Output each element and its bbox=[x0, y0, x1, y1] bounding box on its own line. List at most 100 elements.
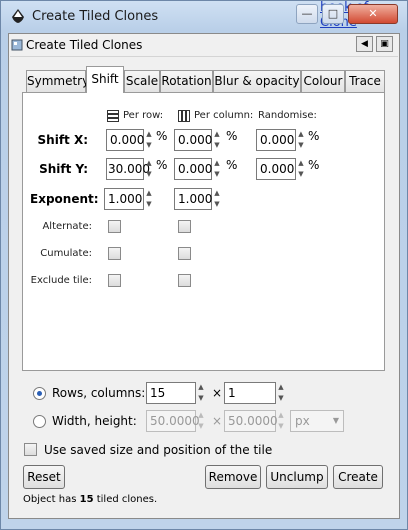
columns-stepper[interactable]: ▲ ▼ bbox=[276, 382, 286, 404]
rows-columns-radio[interactable] bbox=[33, 387, 46, 400]
rows-stepper[interactable]: ▲ ▼ bbox=[196, 382, 206, 404]
tab-label: Trace bbox=[349, 74, 381, 88]
alternate-per-column-checkbox[interactable] bbox=[178, 220, 191, 233]
exclude-tile-per-row-checkbox[interactable] bbox=[108, 274, 121, 287]
status-prefix: Object has bbox=[23, 494, 80, 505]
chevron-up-icon: ▲ bbox=[198, 383, 204, 391]
shift-x-per-column-input[interactable]: 0.000 bbox=[174, 129, 212, 151]
cumulate-per-row-checkbox[interactable] bbox=[108, 247, 121, 260]
unit-select[interactable]: px ▼ bbox=[290, 410, 344, 432]
tab-blur-opacity[interactable]: Blur & opacity bbox=[213, 70, 301, 92]
use-saved-checkbox[interactable] bbox=[24, 443, 37, 456]
shift-y-per-row-stepper[interactable]: ▲ ▼ bbox=[144, 158, 154, 180]
divider bbox=[10, 56, 398, 57]
unit-label: % bbox=[308, 158, 320, 172]
tab-symmetry[interactable]: Symmetry bbox=[26, 70, 90, 92]
shift-x-per-row-stepper[interactable]: ▲ ▼ bbox=[144, 129, 154, 151]
shift-x-randomise-input[interactable]: 0.000 bbox=[256, 129, 296, 151]
unit-label: % bbox=[156, 129, 168, 143]
chevron-down-icon: ▼ bbox=[214, 170, 220, 178]
reset-button[interactable]: Reset bbox=[23, 465, 65, 489]
shift-x-per-row-input[interactable]: 0.000 bbox=[106, 129, 144, 151]
chevron-up-icon: ▲ bbox=[214, 130, 220, 138]
exclude-tile-per-column-checkbox[interactable] bbox=[178, 274, 191, 287]
cumulate-per-column-checkbox[interactable] bbox=[178, 247, 191, 260]
chevron-down-icon: ▼ bbox=[198, 422, 204, 430]
shift-x-label: Shift X: bbox=[37, 133, 88, 147]
close-icon: ✕ bbox=[368, 7, 378, 20]
tab-trace[interactable]: Trace bbox=[345, 70, 385, 92]
unclump-button[interactable]: Unclump bbox=[266, 465, 328, 489]
unit-label: % bbox=[226, 129, 238, 143]
arrow-left-icon: ◀ bbox=[361, 39, 368, 49]
unit-label: % bbox=[156, 158, 168, 172]
chevron-up-icon: ▲ bbox=[278, 411, 284, 419]
shift-y-randomise-stepper[interactable]: ▲ ▼ bbox=[296, 158, 306, 180]
unit-value: px bbox=[295, 414, 310, 428]
tab-label: Symmetry bbox=[27, 74, 90, 88]
close-window-button[interactable]: ✕ bbox=[348, 4, 398, 24]
shift-x-per-column-stepper[interactable]: ▲ ▼ bbox=[212, 129, 222, 151]
shift-y-label: Shift Y: bbox=[39, 162, 88, 176]
times-sign: × bbox=[212, 414, 223, 428]
alternate-label: Alternate: bbox=[42, 221, 92, 232]
times-sign: × bbox=[212, 386, 223, 400]
chevron-down-icon: ▼ bbox=[198, 394, 204, 402]
unit-label: % bbox=[226, 158, 238, 172]
exponent-per-column-stepper[interactable]: ▲ ▼ bbox=[212, 188, 222, 210]
shift-y-per-column-stepper[interactable]: ▲ ▼ bbox=[212, 158, 222, 180]
width-input[interactable]: 50.0000 bbox=[146, 410, 200, 432]
exclude-tile-label: Exclude tile: bbox=[30, 275, 92, 286]
maximize-button[interactable]: □ bbox=[322, 4, 344, 24]
unit-label: % bbox=[308, 129, 320, 143]
width-height-label: Width, height: bbox=[52, 414, 137, 428]
width-stepper[interactable]: ▲ ▼ bbox=[196, 410, 206, 432]
exponent-label: Exponent: bbox=[30, 192, 99, 206]
height-input[interactable]: 50.0000 bbox=[224, 410, 278, 432]
shift-x-randomise-stepper[interactable]: ▲ ▼ bbox=[296, 129, 306, 151]
shift-y-randomise-input[interactable]: 0.000 bbox=[256, 158, 296, 180]
alternate-per-row-checkbox[interactable] bbox=[108, 220, 121, 233]
window-title: Create Tiled Clones bbox=[32, 9, 159, 24]
reset-label: Reset bbox=[27, 470, 61, 484]
chevron-down-icon: ▼ bbox=[298, 170, 304, 178]
inkscape-icon bbox=[10, 8, 26, 24]
exponent-per-row-input[interactable]: 1.000 bbox=[104, 188, 144, 210]
minimize-button[interactable]: — bbox=[296, 4, 318, 24]
rows-columns-label: Rows, columns: bbox=[52, 386, 146, 400]
chevron-up-icon: ▲ bbox=[298, 130, 304, 138]
tab-shift[interactable]: Shift bbox=[86, 66, 124, 93]
status-suffix: tiled clones. bbox=[93, 494, 158, 505]
dock-iconify-button[interactable]: ◀ bbox=[356, 36, 373, 52]
create-button[interactable]: Create bbox=[333, 465, 383, 489]
per-row-header: Per row: bbox=[123, 110, 164, 121]
chevron-up-icon: ▲ bbox=[298, 159, 304, 167]
chevron-down-icon: ▼ bbox=[146, 170, 152, 178]
columns-input[interactable]: 1 bbox=[224, 382, 276, 404]
tab-label: Shift bbox=[91, 72, 119, 86]
shift-y-per-column-input[interactable]: 0.000 bbox=[174, 158, 212, 180]
chevron-up-icon: ▲ bbox=[146, 130, 152, 138]
randomise-header: Randomise: bbox=[258, 110, 317, 121]
dock-icon bbox=[11, 39, 23, 51]
width-height-radio[interactable] bbox=[33, 415, 46, 428]
chevron-up-icon: ▲ bbox=[146, 189, 152, 197]
chevron-down-icon: ▼ bbox=[298, 141, 304, 149]
chevron-up-icon: ▲ bbox=[214, 189, 220, 197]
remove-label: Remove bbox=[208, 470, 258, 484]
exponent-per-row-stepper[interactable]: ▲ ▼ bbox=[144, 188, 154, 210]
exponent-per-column-input[interactable]: 1.000 bbox=[174, 188, 212, 210]
shift-y-per-row-input[interactable]: 30.000 bbox=[106, 158, 150, 180]
tab-colour[interactable]: Colour bbox=[301, 70, 345, 92]
height-stepper[interactable]: ▲ ▼ bbox=[276, 410, 286, 432]
remove-button[interactable]: Remove bbox=[205, 465, 261, 489]
chevron-down-icon: ▼ bbox=[146, 200, 152, 208]
create-label: Create bbox=[338, 470, 378, 484]
chevron-down-icon: ▼ bbox=[278, 394, 284, 402]
tab-scale[interactable]: Scale bbox=[124, 70, 160, 92]
tab-label: Scale bbox=[125, 74, 159, 88]
rows-input[interactable]: 15 bbox=[146, 382, 196, 404]
chevron-down-icon: ▼ bbox=[146, 141, 152, 149]
tab-rotation[interactable]: Rotation bbox=[160, 70, 213, 92]
dock-close-button[interactable]: ▣ bbox=[376, 36, 393, 52]
